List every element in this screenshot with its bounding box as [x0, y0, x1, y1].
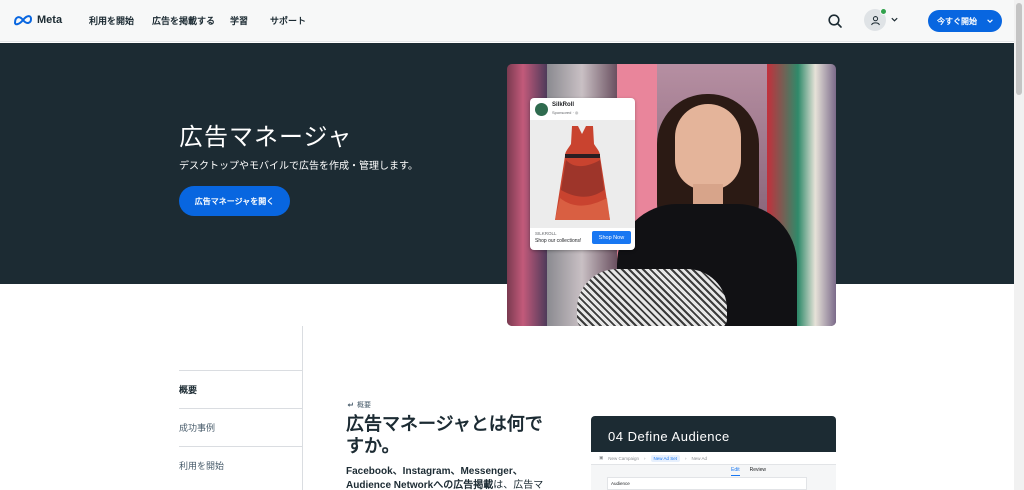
- panel-toggle-icon: ▣: [599, 455, 604, 460]
- logo-text: Meta: [37, 14, 63, 26]
- meta-infinity-icon: [13, 15, 33, 26]
- sidebar-item-overview[interactable]: 概要: [179, 370, 302, 408]
- mockup-crumb-adset: New Ad Set: [650, 454, 681, 462]
- user-icon: [870, 15, 880, 25]
- patterned-fabric: [577, 269, 727, 326]
- breadcrumb-label: 概要: [357, 402, 371, 409]
- brand-avatar: [535, 103, 548, 116]
- ad-tagline: Shop our collections!: [535, 238, 582, 244]
- step-panel: 04 Define Audience ▣ New Campaign › New …: [591, 416, 836, 490]
- sidebar-item-success-stories[interactable]: 成功事例: [179, 408, 302, 446]
- account-button[interactable]: [864, 8, 887, 31]
- dress-icon: [530, 120, 635, 228]
- mockup-audience-form: Audience: [607, 477, 807, 490]
- section-body: Facebook、Instagram、Messenger、Audience Ne…: [346, 465, 546, 490]
- ad-product-image: [530, 120, 635, 228]
- mockup-tab-edit: Edit: [731, 467, 740, 476]
- shop-now-button[interactable]: Shop Now: [592, 231, 631, 244]
- search-icon[interactable]: [827, 13, 843, 29]
- chevron-right-icon: ›: [685, 455, 687, 461]
- open-ads-manager-button[interactable]: 広告マネージャを開く: [179, 186, 290, 216]
- mockup-breadcrumb-bar: ▣ New Campaign › New Ad Set › New Ad: [591, 452, 836, 465]
- mockup-crumb-ad: New Ad: [691, 455, 708, 461]
- breadcrumb[interactable]: 概要: [346, 400, 371, 410]
- ad-sponsored-label: Sponsored · ◎: [552, 110, 579, 115]
- chevron-down-icon[interactable]: [890, 15, 899, 24]
- ad-advertiser-name: SILKROLL: [535, 231, 557, 236]
- meta-logo[interactable]: Meta: [12, 13, 62, 27]
- mockup-tab-review: Review: [749, 467, 767, 473]
- step-title: 04 Define Audience: [608, 429, 730, 444]
- scrollbar-thumb[interactable]: [1016, 3, 1022, 95]
- nav-link-get-started[interactable]: 利用を開始: [89, 14, 134, 27]
- page-scrollbar[interactable]: [1014, 0, 1024, 490]
- ad-brand-name: SilkRoll: [552, 102, 575, 108]
- ad-preview-card: SilkRoll Sponsored · ◎ SILKROLL Shop our…: [530, 98, 635, 250]
- nav-link-advertise[interactable]: 広告を掲載する: [152, 14, 215, 27]
- return-arrow-icon: [347, 402, 353, 407]
- sidebar-item-get-started[interactable]: 利用を開始: [179, 446, 302, 484]
- nav-link-support[interactable]: サポート: [270, 14, 306, 27]
- sidebar-divider: [302, 326, 303, 490]
- chevron-right-icon: ›: [644, 455, 646, 461]
- body-text: は、広告マ: [493, 480, 544, 490]
- get-started-now-button[interactable]: 今すぐ開始: [928, 10, 1002, 32]
- top-navigation: Meta 利用を開始 広告を掲載する 学習 サポート 今すぐ開始: [0, 0, 1014, 42]
- cta-label: 今すぐ開始: [937, 16, 977, 26]
- ads-manager-mockup: ▣ New Campaign › New Ad Set › New Ad Edi…: [591, 452, 836, 490]
- mockup-tabs: Edit Review: [731, 467, 766, 476]
- nav-link-learn[interactable]: 学習: [230, 14, 248, 27]
- chevron-down-icon: [987, 19, 993, 23]
- hero-subtitle: デスクトップやモバイルで広告を作成・管理します。: [179, 161, 418, 172]
- section-title: 広告マネージャとは何ですか。: [346, 414, 543, 456]
- online-status-dot: [880, 8, 887, 15]
- hero-title: 広告マネージャ: [179, 124, 353, 151]
- mockup-crumb-campaign: New Campaign: [608, 455, 640, 461]
- person-face: [675, 104, 741, 190]
